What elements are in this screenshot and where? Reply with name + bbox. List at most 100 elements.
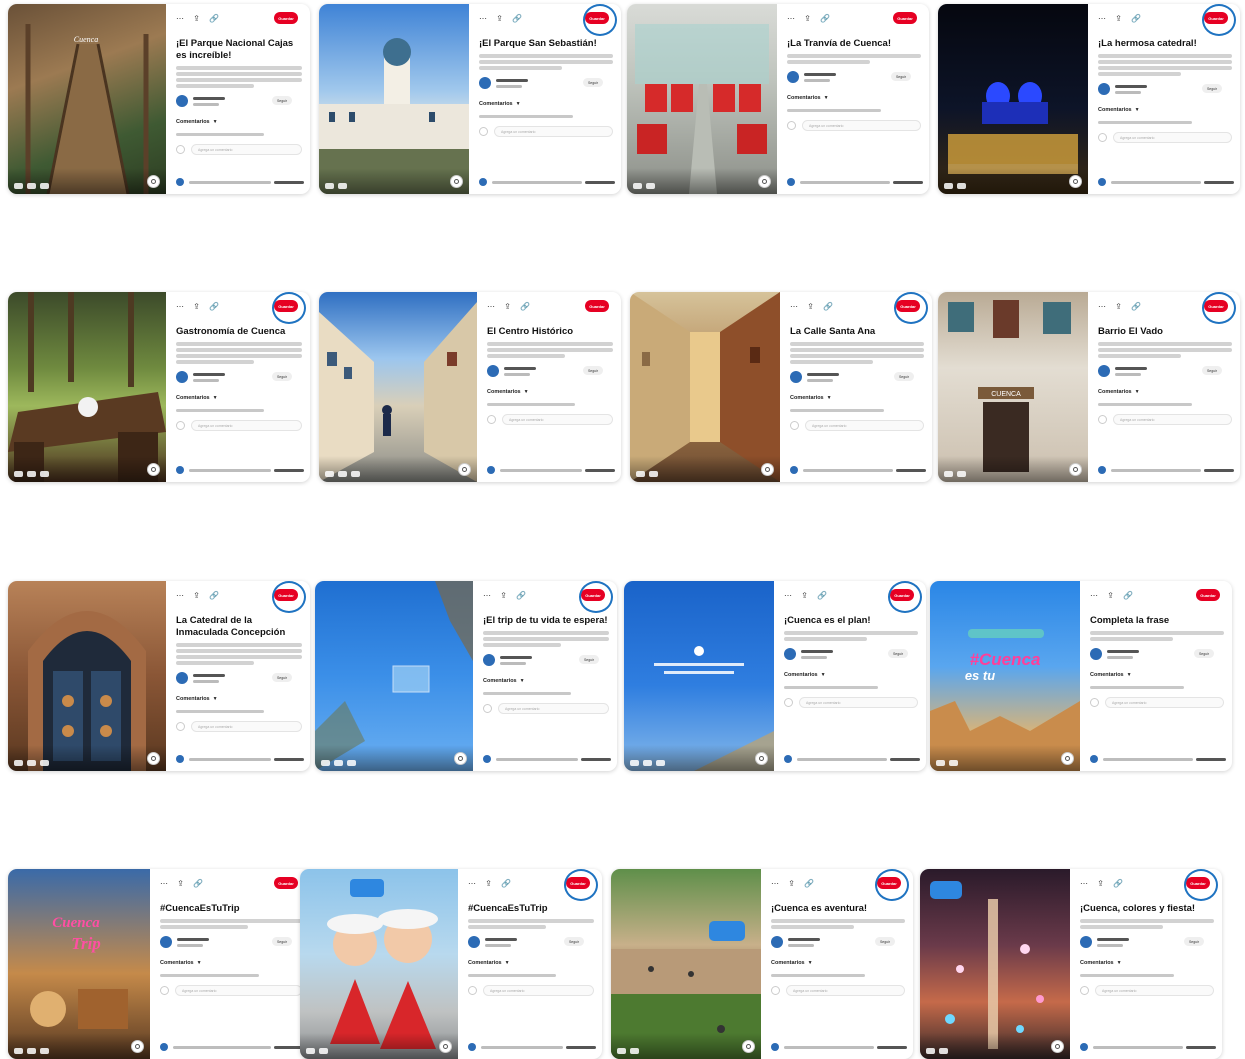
avatar[interactable] xyxy=(479,77,491,89)
avatar[interactable] xyxy=(160,936,172,948)
pin-photo[interactable] xyxy=(920,869,1070,1059)
more-icon[interactable]: ⋯ xyxy=(176,302,184,311)
comment-input[interactable] xyxy=(191,144,302,155)
pin-card[interactable]: ⋯ ⇪ 🔗 Guardar ¡La hermosa catedral! Segu… xyxy=(938,4,1240,194)
save-button[interactable]: Guardar xyxy=(585,300,609,312)
share-icon[interactable]: ⇪ xyxy=(804,14,811,23)
visual-search-icon[interactable] xyxy=(755,752,768,765)
avatar[interactable] xyxy=(176,95,188,107)
avatar[interactable] xyxy=(176,672,188,684)
avatar[interactable] xyxy=(483,654,495,666)
avatar[interactable] xyxy=(487,365,499,377)
pin-photo[interactable] xyxy=(8,581,166,771)
more-icon[interactable]: ⋯ xyxy=(468,879,476,888)
comment-input[interactable] xyxy=(498,703,609,714)
avatar[interactable] xyxy=(787,71,799,83)
comment-input[interactable] xyxy=(786,985,905,996)
link-icon[interactable]: 🔗 xyxy=(209,302,219,311)
share-icon[interactable]: ⇪ xyxy=(504,302,511,311)
visual-search-icon[interactable] xyxy=(1051,1040,1064,1053)
visual-search-icon[interactable] xyxy=(742,1040,755,1053)
more-icon[interactable]: ⋯ xyxy=(771,879,779,888)
follow-button[interactable]: Seguir xyxy=(891,72,911,81)
pin-photo[interactable]: Cuenca xyxy=(8,4,166,194)
more-icon[interactable]: ⋯ xyxy=(790,302,798,311)
comments-toggle[interactable]: Comentarios ▼ xyxy=(479,101,613,107)
save-button[interactable]: Guardar xyxy=(896,300,920,312)
save-button[interactable]: Guardar xyxy=(1204,300,1228,312)
link-icon[interactable]: 🔗 xyxy=(512,14,522,23)
save-button[interactable]: Guardar xyxy=(274,12,298,24)
pin-photo[interactable]: CUENCA xyxy=(938,292,1088,482)
share-icon[interactable]: ⇪ xyxy=(500,591,507,600)
pin-card[interactable]: ⋯ ⇪ 🔗 Guardar La Calle Santa Ana Seguir … xyxy=(630,292,932,482)
save-button[interactable]: Guardar xyxy=(893,12,917,24)
save-button[interactable]: Guardar xyxy=(581,589,605,601)
link-icon[interactable]: 🔗 xyxy=(804,879,814,888)
visual-search-icon[interactable] xyxy=(147,752,160,765)
link-icon[interactable]: 🔗 xyxy=(209,14,219,23)
pin-photo[interactable] xyxy=(611,869,761,1059)
comment-input[interactable] xyxy=(494,126,613,137)
more-icon[interactable]: ⋯ xyxy=(1098,14,1106,23)
follow-button[interactable]: Seguir xyxy=(1202,84,1222,93)
avatar[interactable] xyxy=(771,936,783,948)
pin-card[interactable]: ⋯ ⇪ 🔗 Guardar ¡Cuenca es el plan! Seguir… xyxy=(624,581,926,771)
pin-photo[interactable] xyxy=(624,581,774,771)
more-icon[interactable]: ⋯ xyxy=(487,302,495,311)
more-icon[interactable]: ⋯ xyxy=(479,14,487,23)
follow-button[interactable]: Seguir xyxy=(272,96,292,105)
comment-input[interactable] xyxy=(483,985,594,996)
link-icon[interactable]: 🔗 xyxy=(1123,591,1133,600)
pin-card[interactable]: ⋯ ⇪ 🔗 Guardar ¡El Parque San Sebastián! … xyxy=(319,4,621,194)
comments-toggle[interactable]: Comentarios ▼ xyxy=(160,960,302,966)
pin-card[interactable]: ⋯ ⇪ 🔗 Guardar ¡Cuenca es aventura! Segui… xyxy=(611,869,913,1059)
follow-button[interactable]: Seguir xyxy=(894,372,914,381)
pin-card[interactable]: #Cuenca es tu ⋯ ⇪ 🔗 Guardar Completa la … xyxy=(930,581,1232,771)
pin-photo[interactable] xyxy=(8,292,166,482)
visual-search-icon[interactable] xyxy=(761,463,774,476)
avatar[interactable] xyxy=(784,648,796,660)
pin-card[interactable]: Cuenca Trip ⋯ ⇪ 🔗 Guardar #CuencaEsTuTri… xyxy=(8,869,310,1059)
visual-search-icon[interactable] xyxy=(458,463,471,476)
comments-toggle[interactable]: Comentarios ▼ xyxy=(787,95,921,101)
visual-search-icon[interactable] xyxy=(758,175,771,188)
save-button[interactable]: Guardar xyxy=(274,300,298,312)
follow-button[interactable]: Seguir xyxy=(875,937,895,946)
comment-input[interactable] xyxy=(802,120,921,131)
avatar[interactable] xyxy=(1098,83,1110,95)
follow-button[interactable]: Seguir xyxy=(888,649,908,658)
comments-toggle[interactable]: Comentarios ▼ xyxy=(771,960,905,966)
follow-button[interactable]: Seguir xyxy=(579,655,599,664)
visual-search-icon[interactable] xyxy=(1069,175,1082,188)
comments-toggle[interactable]: Comentarios ▼ xyxy=(176,119,302,125)
avatar[interactable] xyxy=(1080,936,1092,948)
share-icon[interactable]: ⇪ xyxy=(1107,591,1114,600)
pin-card[interactable]: ⋯ ⇪ 🔗 Guardar #CuencaEsTuTrip Seguir Com… xyxy=(300,869,602,1059)
avatar[interactable] xyxy=(790,371,802,383)
follow-button[interactable]: Seguir xyxy=(1194,649,1214,658)
visual-search-icon[interactable] xyxy=(450,175,463,188)
share-icon[interactable]: ⇪ xyxy=(177,879,184,888)
link-icon[interactable]: 🔗 xyxy=(501,879,511,888)
follow-button[interactable]: Seguir xyxy=(272,937,292,946)
link-icon[interactable]: 🔗 xyxy=(193,879,203,888)
pin-photo[interactable] xyxy=(319,4,469,194)
link-icon[interactable]: 🔗 xyxy=(820,14,830,23)
share-icon[interactable]: ⇪ xyxy=(193,302,200,311)
pin-card[interactable]: ⋯ ⇪ 🔗 Guardar La Catedral de la Inmacula… xyxy=(8,581,310,771)
comments-toggle[interactable]: Comentarios ▼ xyxy=(1098,389,1232,395)
save-button[interactable]: Guardar xyxy=(1186,877,1210,889)
visual-search-icon[interactable] xyxy=(454,752,467,765)
save-button[interactable]: Guardar xyxy=(274,877,298,889)
pin-photo[interactable] xyxy=(630,292,780,482)
pin-card[interactable]: Cuenca ⋯ ⇪ 🔗 Guardar ¡El Parque Nacional… xyxy=(8,4,310,194)
comment-input[interactable] xyxy=(502,414,613,425)
save-button[interactable]: Guardar xyxy=(1204,12,1228,24)
share-icon[interactable]: ⇪ xyxy=(788,879,795,888)
more-icon[interactable]: ⋯ xyxy=(160,879,168,888)
visual-search-icon[interactable] xyxy=(147,463,160,476)
save-button[interactable]: Guardar xyxy=(566,877,590,889)
comments-toggle[interactable]: Comentarios ▼ xyxy=(483,678,609,684)
more-icon[interactable]: ⋯ xyxy=(787,14,795,23)
